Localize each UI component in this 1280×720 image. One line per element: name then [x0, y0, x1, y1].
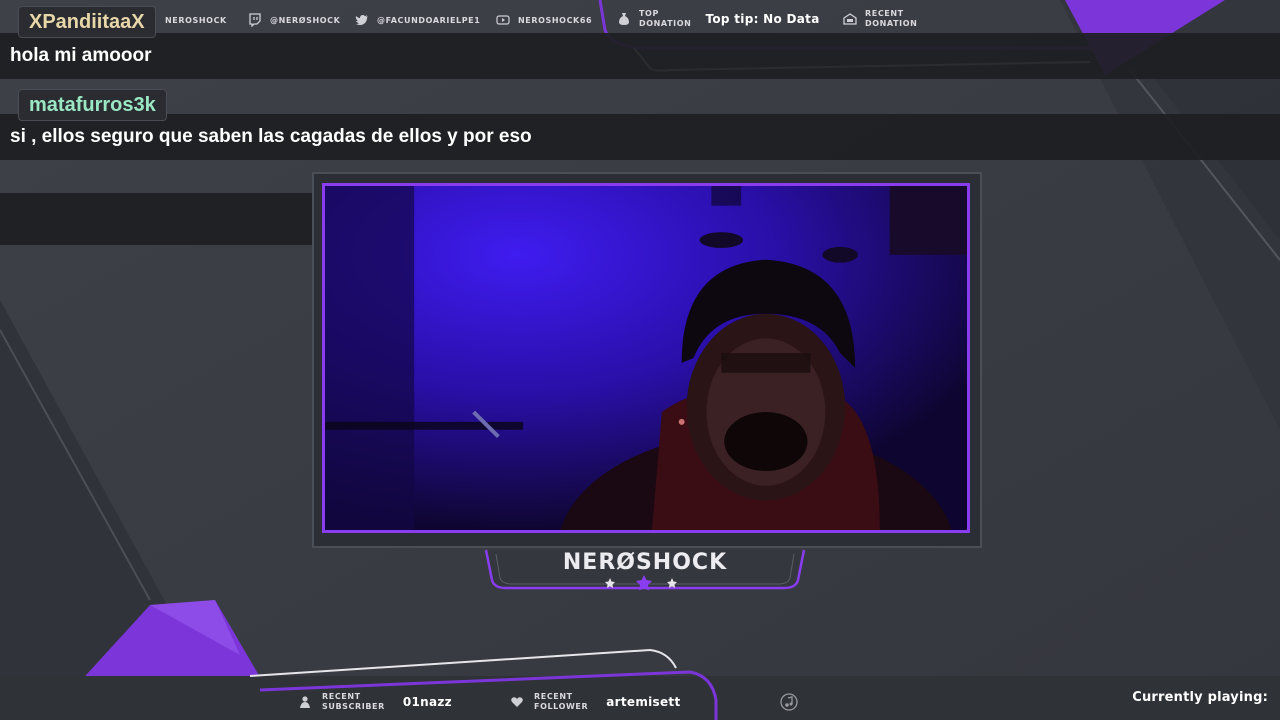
twitch-icon: [248, 13, 262, 27]
channel-name: NEROSHOCK: [165, 15, 227, 25]
webcam-feed: [322, 183, 970, 533]
music-icon: [780, 693, 798, 711]
star-icon: [605, 575, 677, 591]
streamer-name: NERØSHOCK: [562, 550, 728, 575]
twitter-icon: [355, 13, 369, 27]
chat-empty-slot: [0, 193, 326, 245]
top-donation: TOP DONATION Top tip: No Data: [617, 9, 820, 29]
chat-message-text: hola mi amooor: [10, 45, 152, 66]
streamer-nameplate: NERØSHOCK: [484, 548, 806, 591]
chat-username-1: XPandiitaaX: [18, 6, 156, 38]
gift-icon: [843, 12, 857, 26]
recent-follower-value: artemisett: [606, 695, 681, 709]
recent-donation: RECENT DONATION: [843, 9, 917, 29]
recent-follower: RECENT FOLLOWER artemisett: [510, 690, 681, 714]
money-bag-icon: [617, 12, 631, 26]
chat-username-2: matafurros3k: [18, 89, 167, 121]
subscriber-icon: [298, 695, 312, 709]
music-indicator: [780, 690, 798, 714]
heart-icon: [510, 695, 524, 709]
currently-playing-label: Currently playing:: [1132, 690, 1268, 705]
recent-subscriber-value: 01nazz: [402, 695, 452, 709]
top-tip-text: Top tip: No Data: [705, 12, 820, 26]
twitch-handle[interactable]: @NERØSHOCK: [248, 10, 340, 30]
twitter-handle[interactable]: @FACUNDOARIELPE1: [355, 10, 480, 30]
youtube-handle[interactable]: NEROSHOCK66: [496, 10, 592, 30]
chat-message-2: si , ellos seguro que saben las cagadas …: [0, 114, 1280, 160]
chat-message-1: hola mi amooor: [0, 33, 1280, 79]
chat-message-text: si , ellos seguro que saben las cagadas …: [10, 126, 532, 147]
youtube-icon: [496, 13, 510, 27]
recent-subscriber: RECENT SUBSCRIBER 01nazz: [298, 690, 452, 714]
